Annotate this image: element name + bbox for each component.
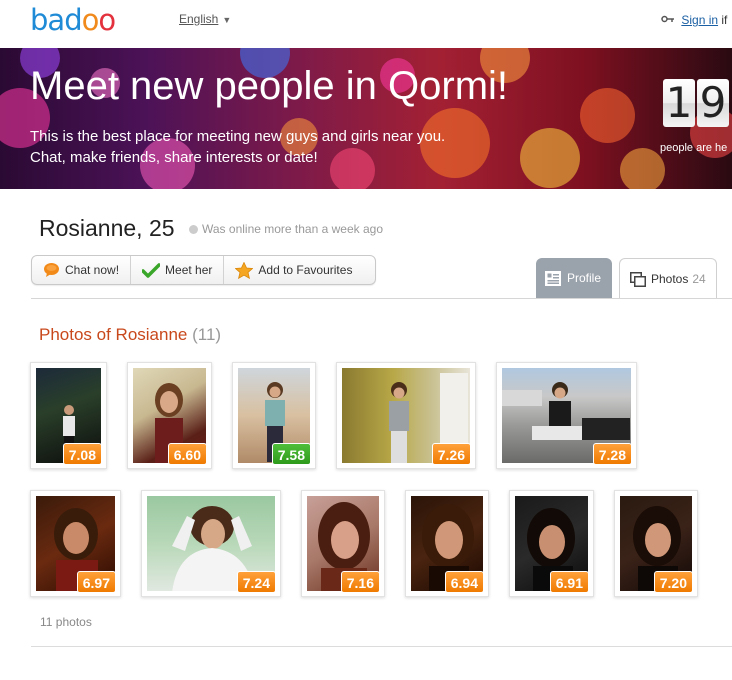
rating-badge: 6.60 xyxy=(167,443,207,465)
rating-badge: 6.94 xyxy=(444,571,484,593)
photo-thumbnail[interactable]: 6.97 xyxy=(30,490,121,597)
rating-badge: 7.58 xyxy=(271,443,311,465)
counter-digit: 9 xyxy=(697,79,729,127)
tab-photos[interactable]: Photos 24 xyxy=(619,258,717,299)
meet-her-label: Meet her xyxy=(165,263,213,277)
photo-thumbnail[interactable]: 7.26 xyxy=(336,362,476,469)
rating-badge: 7.08 xyxy=(62,443,102,465)
profile-card-icon xyxy=(545,270,561,286)
key-icon xyxy=(661,14,675,27)
online-status-text: Was online more than a week ago xyxy=(202,222,383,236)
checkmark-icon xyxy=(142,262,161,278)
chat-now-button[interactable]: Chat now! xyxy=(32,256,132,284)
tab-divider xyxy=(31,298,732,299)
sign-in-suffix: if xyxy=(721,13,728,27)
photo-thumbnail[interactable]: 7.58 xyxy=(232,362,316,469)
photo-thumbnail[interactable]: 6.94 xyxy=(405,490,489,597)
rating-badge: 7.28 xyxy=(592,443,632,465)
photos-title-text: Photos of Rosianne xyxy=(39,325,188,344)
chevron-down-icon: ▼ xyxy=(222,15,232,25)
banner-subtitle-line1: This is the best place for meeting new g… xyxy=(30,128,446,145)
photos-stack-icon xyxy=(630,271,646,287)
rating-badge: 6.91 xyxy=(549,571,589,593)
online-status: Was online more than a week ago xyxy=(189,222,383,236)
people-counter: 19 xyxy=(663,79,731,127)
meet-her-button[interactable]: Meet her xyxy=(131,256,225,284)
rating-badge: 7.24 xyxy=(236,571,276,593)
rating-badge: 6.97 xyxy=(76,571,116,593)
language-selector[interactable]: English ▼ xyxy=(179,12,231,26)
add-to-favourites-button[interactable]: Add to Favourites xyxy=(224,256,363,284)
photos-count: 11 photos xyxy=(40,615,92,629)
profile-actions: Chat now! Meet her Add to Favourites xyxy=(31,255,376,285)
sign-in-area: Sign in if xyxy=(661,13,727,27)
counter-label: people are he xyxy=(660,142,728,154)
chat-now-label: Chat now! xyxy=(65,263,120,277)
language-label: English xyxy=(179,12,219,26)
tab-photos-count: 24 xyxy=(692,272,706,286)
hero-banner: Meet new people in Qormi! This is the be… xyxy=(0,48,732,189)
tab-photos-label: Photos xyxy=(651,272,689,286)
photo-thumbnail[interactable]: 7.16 xyxy=(301,490,385,597)
tab-profile[interactable]: Profile xyxy=(536,258,612,298)
photo-thumbnail[interactable]: 7.28 xyxy=(496,362,637,469)
photo-thumbnail[interactable]: 7.24 xyxy=(141,490,281,597)
sign-in-link[interactable]: Sign in xyxy=(681,13,718,27)
photos-section-title: Photos of Rosianne (11) xyxy=(39,325,221,345)
photo-thumbnail[interactable]: 6.91 xyxy=(509,490,594,597)
badoo-logo[interactable]: badoo xyxy=(30,2,116,38)
top-bar: badoo English ▼ Sign in if xyxy=(0,0,732,48)
photo-thumbnail[interactable]: 7.20 xyxy=(614,490,698,597)
add-to-favourites-label: Add to Favourites xyxy=(258,263,353,277)
chat-bubble-icon xyxy=(43,262,60,278)
rating-badge: 7.26 xyxy=(431,443,471,465)
rating-badge: 7.20 xyxy=(653,571,693,593)
banner-subtitle: This is the best place for meeting new g… xyxy=(30,126,500,168)
status-dot-icon xyxy=(189,225,198,234)
profile-name: Rosianne, 25 xyxy=(39,215,175,241)
banner-title: Meet new people in Qormi! xyxy=(30,64,509,108)
star-icon xyxy=(235,261,254,279)
photo-thumbnail[interactable]: 6.60 xyxy=(127,362,212,469)
counter-digit: 1 xyxy=(663,79,695,127)
tab-profile-label: Profile xyxy=(567,271,602,285)
photo-thumbnail[interactable]: 7.08 xyxy=(30,362,107,469)
rating-badge: 7.16 xyxy=(340,571,380,593)
section-divider xyxy=(31,646,732,647)
photos-title-count: (11) xyxy=(192,325,222,344)
banner-subtitle-line2: Chat, make friends, share interests or d… xyxy=(30,149,318,166)
